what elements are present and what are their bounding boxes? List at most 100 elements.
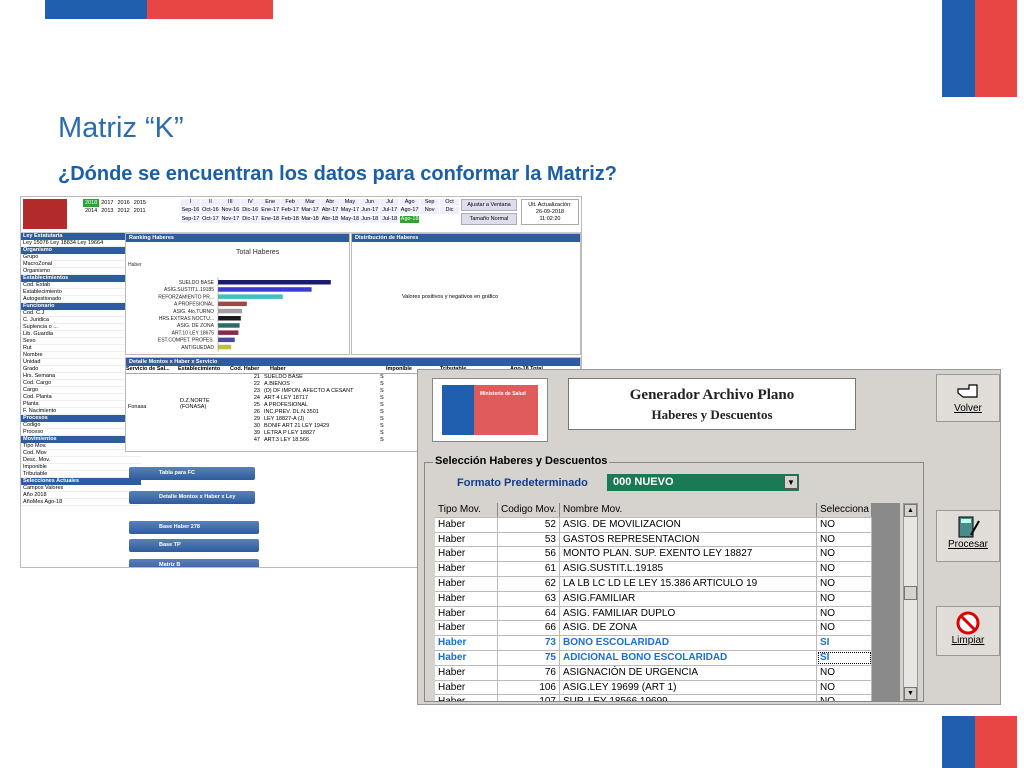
grid-header[interactable]: Tipo Mov. <box>435 503 498 517</box>
grid-row[interactable]: Haber 52 ASIG. DE MOVILIZACION NO <box>435 517 872 533</box>
filter-field[interactable]: Tributable <box>21 471 141 478</box>
period-cell[interactable]: II <box>200 199 220 206</box>
grid-row[interactable]: Haber 73 BONO ESCOLARIDAD SI <box>435 636 872 651</box>
year-cell[interactable]: 2012 <box>116 207 132 215</box>
year-cell[interactable]: 2015 <box>132 199 148 207</box>
filter-field[interactable]: AñoMes Ago-18 <box>21 499 141 506</box>
year-cell[interactable]: 2018 <box>83 199 100 207</box>
filter-field[interactable]: Cargo <box>21 387 141 394</box>
period-cell[interactable]: Mar-18 <box>300 215 320 223</box>
limpiar-button[interactable]: Limpiar <box>936 606 1000 656</box>
grid-cell-sel[interactable]: SI <box>817 650 872 665</box>
year-cell[interactable]: 2011 <box>132 207 148 215</box>
period-cell[interactable]: Jun-17 <box>360 207 380 215</box>
filter-field[interactable]: Grupo <box>21 254 141 261</box>
period-cell[interactable]: Sep-17 <box>181 215 200 223</box>
period-cell[interactable]: Jun-18 <box>360 215 380 223</box>
period-cell[interactable]: Nov <box>420 207 440 215</box>
period-cell[interactable]: Sep <box>420 199 440 206</box>
adjust-window-button[interactable]: Ajustar a Ventana <box>461 199 517 211</box>
filter-field[interactable]: Lib. Guardia <box>21 331 141 338</box>
grid-cell-sel[interactable]: NO <box>817 547 872 562</box>
filter-field[interactable]: Cod. Planta <box>21 394 141 401</box>
period-cell[interactable]: Feb <box>280 199 300 206</box>
grid-cell-sel[interactable]: NO <box>817 517 872 532</box>
period-cell[interactable]: Oct-17 <box>200 215 220 223</box>
scroll-up-icon[interactable]: ▲ <box>904 504 917 517</box>
period-cell[interactable]: III <box>220 199 240 206</box>
grid-row[interactable]: Haber 66 ASIG. DE ZONA NO <box>435 621 872 637</box>
grid-row[interactable]: Haber 63 ASIG.FAMILIAR NO <box>435 591 872 607</box>
period-cell[interactable]: Jul-17 <box>380 207 400 215</box>
period-cell[interactable]: Dic <box>440 207 459 215</box>
period-cell[interactable]: IV <box>240 199 260 206</box>
filter-field[interactable]: Establecimiento <box>21 289 141 296</box>
grid-cell-sel[interactable]: NO <box>817 680 872 695</box>
grid-cell-sel[interactable]: NO <box>817 562 872 576</box>
filter-field[interactable]: Imponible <box>21 464 141 471</box>
period-cell[interactable]: Mar-17 <box>300 207 320 215</box>
filter-field[interactable]: Nombre <box>21 352 141 359</box>
grid-row[interactable]: Haber 64 ASIG. FAMILIAR DUPLO NO <box>435 606 872 622</box>
filter-field[interactable]: Tipo Mov. <box>21 443 141 450</box>
filter-field[interactable]: Unidad <box>21 359 141 366</box>
filter-field[interactable]: Campos Valores <box>21 485 141 492</box>
period-cell[interactable]: Ene <box>260 199 280 206</box>
filter-field[interactable]: Sexo <box>21 338 141 345</box>
year-cell[interactable]: 2017 <box>99 199 115 207</box>
filter-field[interactable]: F. Nacimiento <box>21 408 141 415</box>
period-cell[interactable]: Ene-17 <box>260 207 280 215</box>
filter-field[interactable]: Ley 15076 Ley 18834 Ley 19664 <box>21 240 141 247</box>
period-cell[interactable]: Feb-18 <box>280 215 300 223</box>
grid-cell-sel[interactable]: NO <box>817 621 872 636</box>
filter-field[interactable]: Organismo <box>21 268 141 275</box>
grid-row[interactable]: Haber 56 MONTO PLAN. SUP. EXENTO LEY 18827… <box>435 547 872 563</box>
grid-row[interactable]: Haber 106 ASIG.LEY 19699 (ART 1) NO <box>435 680 872 696</box>
period-cell[interactable]: Jun <box>360 199 380 206</box>
grid-cell-sel[interactable]: NO <box>817 576 872 591</box>
filter-field[interactable]: Cod. C.J <box>21 310 141 317</box>
period-cell[interactable]: Ago <box>400 199 420 206</box>
period-cell[interactable]: May <box>340 199 360 206</box>
nav-button[interactable]: Matriz B <box>129 559 259 567</box>
year-cell[interactable]: 2014 <box>83 207 99 215</box>
grid-row[interactable]: Haber 62 LA LB LC LD LE LEY 15.386 ARTICUL… <box>435 576 872 592</box>
chevron-down-icon[interactable]: ▼ <box>784 475 798 489</box>
period-cell[interactable]: May-18 <box>340 215 360 223</box>
format-select[interactable]: 000 NUEVO ▼ <box>607 474 799 491</box>
volver-button[interactable]: Volver <box>936 374 1000 422</box>
grid-cell-sel[interactable]: NO <box>817 532 872 547</box>
filter-field[interactable]: Suplencia o ... <box>21 324 141 331</box>
grid-row[interactable]: Haber 53 GASTOS REPRESENTACION NO <box>435 532 872 548</box>
period-cell[interactable]: Ene-18 <box>260 215 280 223</box>
nav-button[interactable]: Base TP <box>129 539 259 552</box>
year-cell[interactable]: 2016 <box>116 199 132 207</box>
period-cell[interactable]: Nov-16 <box>220 207 240 215</box>
grid-header[interactable]: Codigo Mov. <box>498 503 560 517</box>
period-cell[interactable]: Abr-17 <box>320 207 340 215</box>
filter-field[interactable]: Hrs. Semana <box>21 373 141 380</box>
grid-row[interactable]: Haber 76 ASIGNACIÓN DE URGENCIA NO <box>435 665 872 681</box>
period-cell[interactable]: Oct-16 <box>200 207 220 215</box>
scroll-thumb[interactable] <box>904 586 917 600</box>
period-cell[interactable]: Nov-17 <box>220 215 240 223</box>
filter-field[interactable]: Codigo <box>21 422 141 429</box>
nav-button[interactable]: Tabla para FC <box>129 467 255 480</box>
filter-field[interactable]: Desc. Mov. <box>21 457 141 464</box>
grid-cell-sel[interactable]: NO <box>817 591 872 606</box>
period-cell[interactable]: Ago-17 <box>400 207 420 215</box>
period-cell[interactable]: Ago-18 <box>400 215 420 223</box>
filter-field[interactable]: Cod. Estab <box>21 282 141 289</box>
nav-button[interactable]: Detalle Montos x Haber x Ley <box>129 491 255 504</box>
period-cell[interactable]: Feb-17 <box>280 207 300 215</box>
grid-cell-sel[interactable]: SI <box>817 636 872 650</box>
grid-header[interactable]: Nombre Mov. <box>560 503 817 517</box>
grid-scrollbar[interactable]: ▲ ▼ <box>903 503 918 701</box>
period-cell[interactable]: Dic-17 <box>240 215 260 223</box>
filter-field[interactable]: Año 2018 <box>21 492 141 499</box>
filter-field[interactable]: Rut <box>21 345 141 352</box>
period-cell[interactable]: Abr-18 <box>320 215 340 223</box>
grid-cell-sel[interactable]: NO <box>817 665 872 680</box>
grid-row[interactable]: Haber 75 ADICIONAL BONO ESCOLARIDAD SI <box>435 650 872 666</box>
filter-field[interactable]: Proceso <box>21 429 141 436</box>
